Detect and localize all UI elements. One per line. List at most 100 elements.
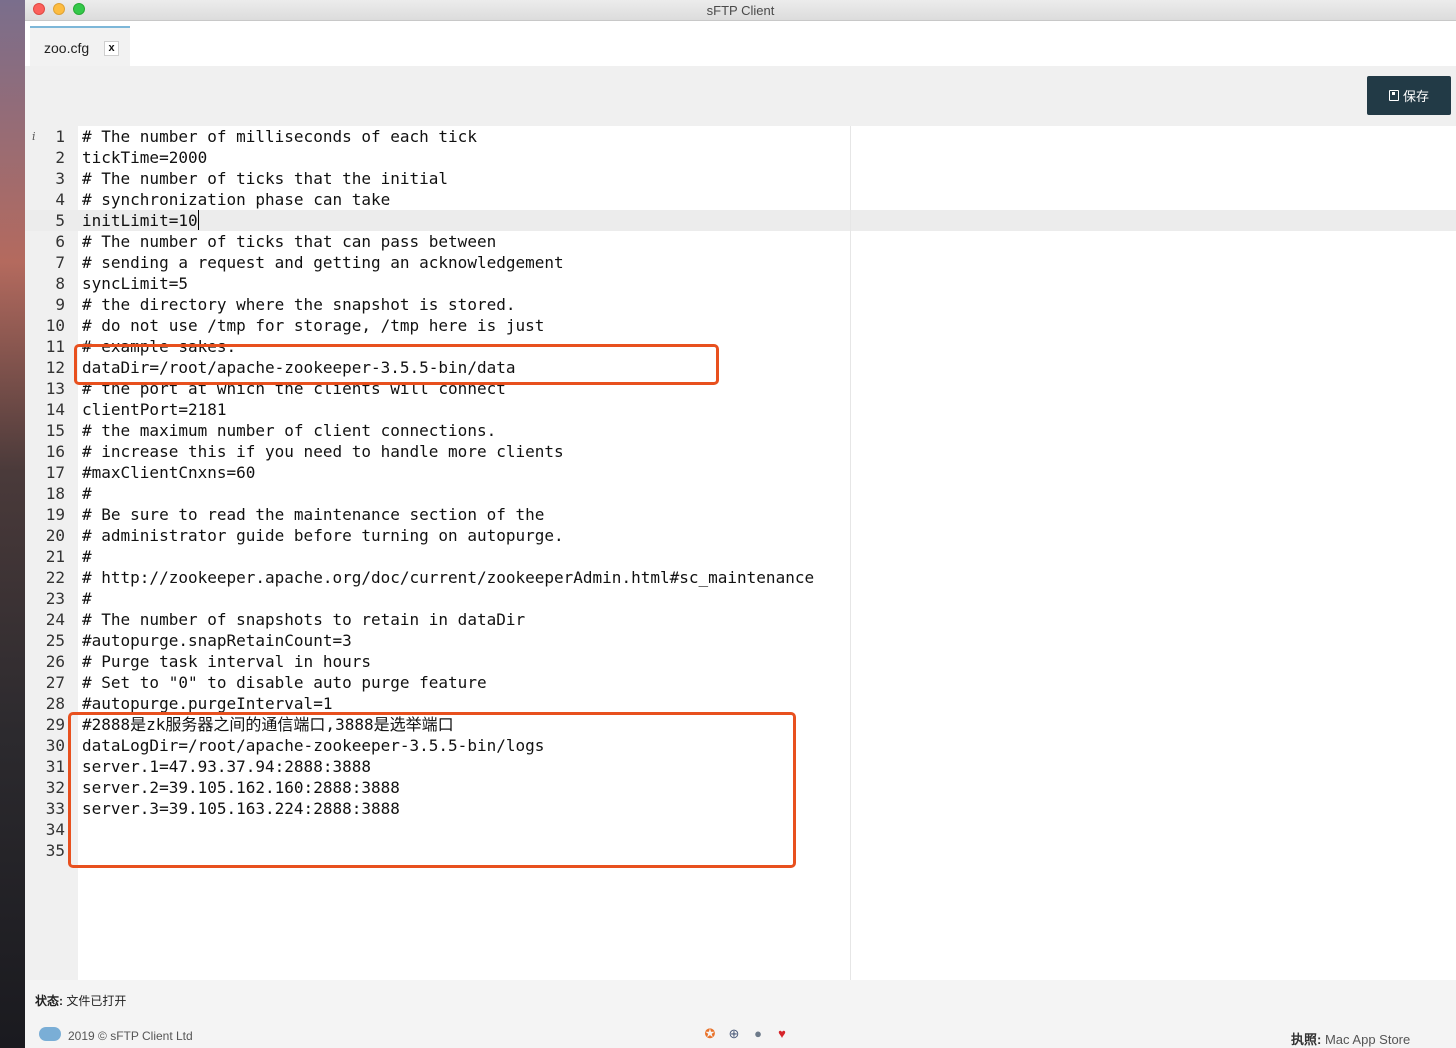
code-line[interactable]: 19 # Be sure to read the maintenance sect… (25, 504, 1456, 525)
code-line[interactable]: 4 # synchronization phase can take (25, 189, 1456, 210)
line-text[interactable]: # The number of ticks that the initial (82, 168, 448, 189)
tab-bar: zoo.cfg x (25, 21, 1456, 66)
status-value: 文件已打开 (66, 994, 127, 1008)
line-number: 28 (45, 694, 65, 713)
heart-icon[interactable]: ♥ (775, 1027, 789, 1041)
line-text[interactable]: # The number of milliseconds of each tic… (82, 126, 477, 147)
line-text[interactable]: # http://zookeeper.apache.org/doc/curren… (82, 567, 814, 588)
toolbar: 保存 (25, 66, 1456, 126)
line-number: 3 (55, 169, 65, 188)
line-text[interactable]: # the directory where the snapshot is st… (82, 294, 515, 315)
line-text[interactable]: # The number of snapshots to retain in d… (82, 609, 525, 630)
line-text[interactable]: # Set to "0" to disable auto purge featu… (82, 672, 487, 693)
license-label: 执照: (1291, 1032, 1322, 1047)
line-number: 33 (45, 799, 65, 818)
code-line[interactable]: 25 #autopurge.snapRetainCount=3 (25, 630, 1456, 651)
code-line[interactable]: 6 # The number of ticks that can pass bet… (25, 231, 1456, 252)
code-line[interactable]: 15 # the maximum number of client connect… (25, 420, 1456, 441)
sftp-logo-icon (39, 1027, 61, 1041)
line-number: 14 (45, 400, 65, 419)
code-line[interactable]: 10 # do not use /tmp for storage, /tmp he… (25, 315, 1456, 336)
line-text[interactable]: clientPort=2181 (82, 399, 227, 420)
code-line[interactable]: 8 syncLimit=5 (25, 273, 1456, 294)
line-number: 30 (45, 736, 65, 755)
globe-icon[interactable]: ⊕ (727, 1027, 741, 1041)
code-line[interactable]: 2 tickTime=2000 (25, 147, 1456, 168)
line-text[interactable]: #autopurge.snapRetainCount=3 (82, 630, 352, 651)
code-line[interactable]: 7 # sending a request and getting an ackn… (25, 252, 1456, 273)
license-value[interactable]: Mac App Store (1325, 1032, 1410, 1047)
tab-zoo-cfg[interactable]: zoo.cfg x (30, 26, 130, 66)
code-line[interactable]: 17 #maxClientCnxns=60 (25, 462, 1456, 483)
line-text[interactable]: # (82, 483, 92, 504)
code-line[interactable]: 26 # Purge task interval in hours (25, 651, 1456, 672)
line-text[interactable]: # the maximum number of client connectio… (82, 420, 496, 441)
line-number: 27 (45, 673, 65, 692)
status-label: 状态: (35, 994, 63, 1008)
copyright-text: 2019 © sFTP Client Ltd (68, 1029, 193, 1043)
code-line[interactable]: 28 #autopurge.purgeInterval=1 (25, 693, 1456, 714)
line-number: 13 (45, 379, 65, 398)
line-number: 21 (45, 547, 65, 566)
line-text[interactable]: # do not use /tmp for storage, /tmp here… (82, 315, 544, 336)
code-editor[interactable]: i 1 # The number of milliseconds of each … (25, 126, 1456, 980)
line-number: 29 (45, 715, 65, 734)
annotation-box-servers (68, 712, 796, 868)
code-line[interactable]: 3 # The number of ticks that the initial (25, 168, 1456, 189)
code-line[interactable]: 1 # The number of milliseconds of each ti… (25, 126, 1456, 147)
code-line[interactable]: 20 # administrator guide before turning o… (25, 525, 1456, 546)
line-number: 15 (45, 421, 65, 440)
line-number: 20 (45, 526, 65, 545)
line-text[interactable]: tickTime=2000 (82, 147, 207, 168)
status-bar: 状态: 文件已打开 2019 © sFTP Client Ltd ✪ ⊕ ● ♥… (25, 980, 1456, 1048)
code-line[interactable]: 5 initLimit=10 (25, 210, 1456, 231)
line-number: 12 (45, 358, 65, 377)
tab-label: zoo.cfg (44, 40, 90, 56)
title-bar: sFTP Client (25, 0, 1456, 21)
line-text[interactable]: # The number of ticks that can pass betw… (82, 231, 496, 252)
line-text[interactable]: # (82, 546, 92, 567)
line-number: 7 (55, 253, 65, 272)
save-button[interactable]: 保存 (1367, 76, 1451, 115)
line-text[interactable]: syncLimit=5 (82, 273, 188, 294)
line-number: 31 (45, 757, 65, 776)
line-text[interactable]: # (82, 588, 92, 609)
line-number: 1 (55, 127, 65, 146)
line-text[interactable]: # sending a request and getting an ackno… (82, 252, 564, 273)
code-line[interactable]: 22 # http://zookeeper.apache.org/doc/curr… (25, 567, 1456, 588)
code-line[interactable]: 9 # the directory where the snapshot is s… (25, 294, 1456, 315)
code-line[interactable]: 23 # (25, 588, 1456, 609)
window-title: sFTP Client (706, 3, 775, 18)
help-icon[interactable]: ✪ (703, 1027, 717, 1041)
line-number: 5 (55, 211, 65, 230)
line-text[interactable]: initLimit=10 (82, 210, 198, 231)
line-number: 17 (45, 463, 65, 482)
line-number: 19 (45, 505, 65, 524)
line-text[interactable]: # increase this if you need to handle mo… (82, 441, 564, 462)
code-line[interactable]: 27 # Set to "0" to disable auto purge fea… (25, 672, 1456, 693)
line-text[interactable]: # Purge task interval in hours (82, 651, 371, 672)
app-window: sFTP Client zoo.cfg x 保存 i 1 # The number… (25, 0, 1456, 1048)
license-info: 执照: Mac App Store (1291, 1029, 1410, 1048)
text-cursor (198, 210, 199, 230)
line-text[interactable]: # administrator guide before turning on … (82, 525, 564, 546)
line-text[interactable]: #autopurge.purgeInterval=1 (82, 693, 332, 714)
line-text[interactable]: # Be sure to read the maintenance sectio… (82, 504, 544, 525)
line-text[interactable]: # synchronization phase can take (82, 189, 390, 210)
code-line[interactable]: 18 # (25, 483, 1456, 504)
chat-icon[interactable]: ● (751, 1027, 765, 1041)
save-icon (1388, 90, 1399, 101)
code-line[interactable]: 24 # The number of snapshots to retain in… (25, 609, 1456, 630)
line-number: 35 (45, 841, 65, 860)
line-number: 16 (45, 442, 65, 461)
code-line[interactable]: 16 # increase this if you need to handle … (25, 441, 1456, 462)
tab-close-button[interactable]: x (104, 41, 119, 56)
code-line[interactable]: 14 clientPort=2181 (25, 399, 1456, 420)
line-text[interactable]: #maxClientCnxns=60 (82, 462, 255, 483)
line-number: 34 (45, 820, 65, 839)
footer-icon-group: ✪ ⊕ ● ♥ (703, 1027, 789, 1041)
line-number: 8 (55, 274, 65, 293)
line-number: 2 (55, 148, 65, 167)
code-line[interactable]: 21 # (25, 546, 1456, 567)
save-button-label: 保存 (1402, 89, 1429, 104)
